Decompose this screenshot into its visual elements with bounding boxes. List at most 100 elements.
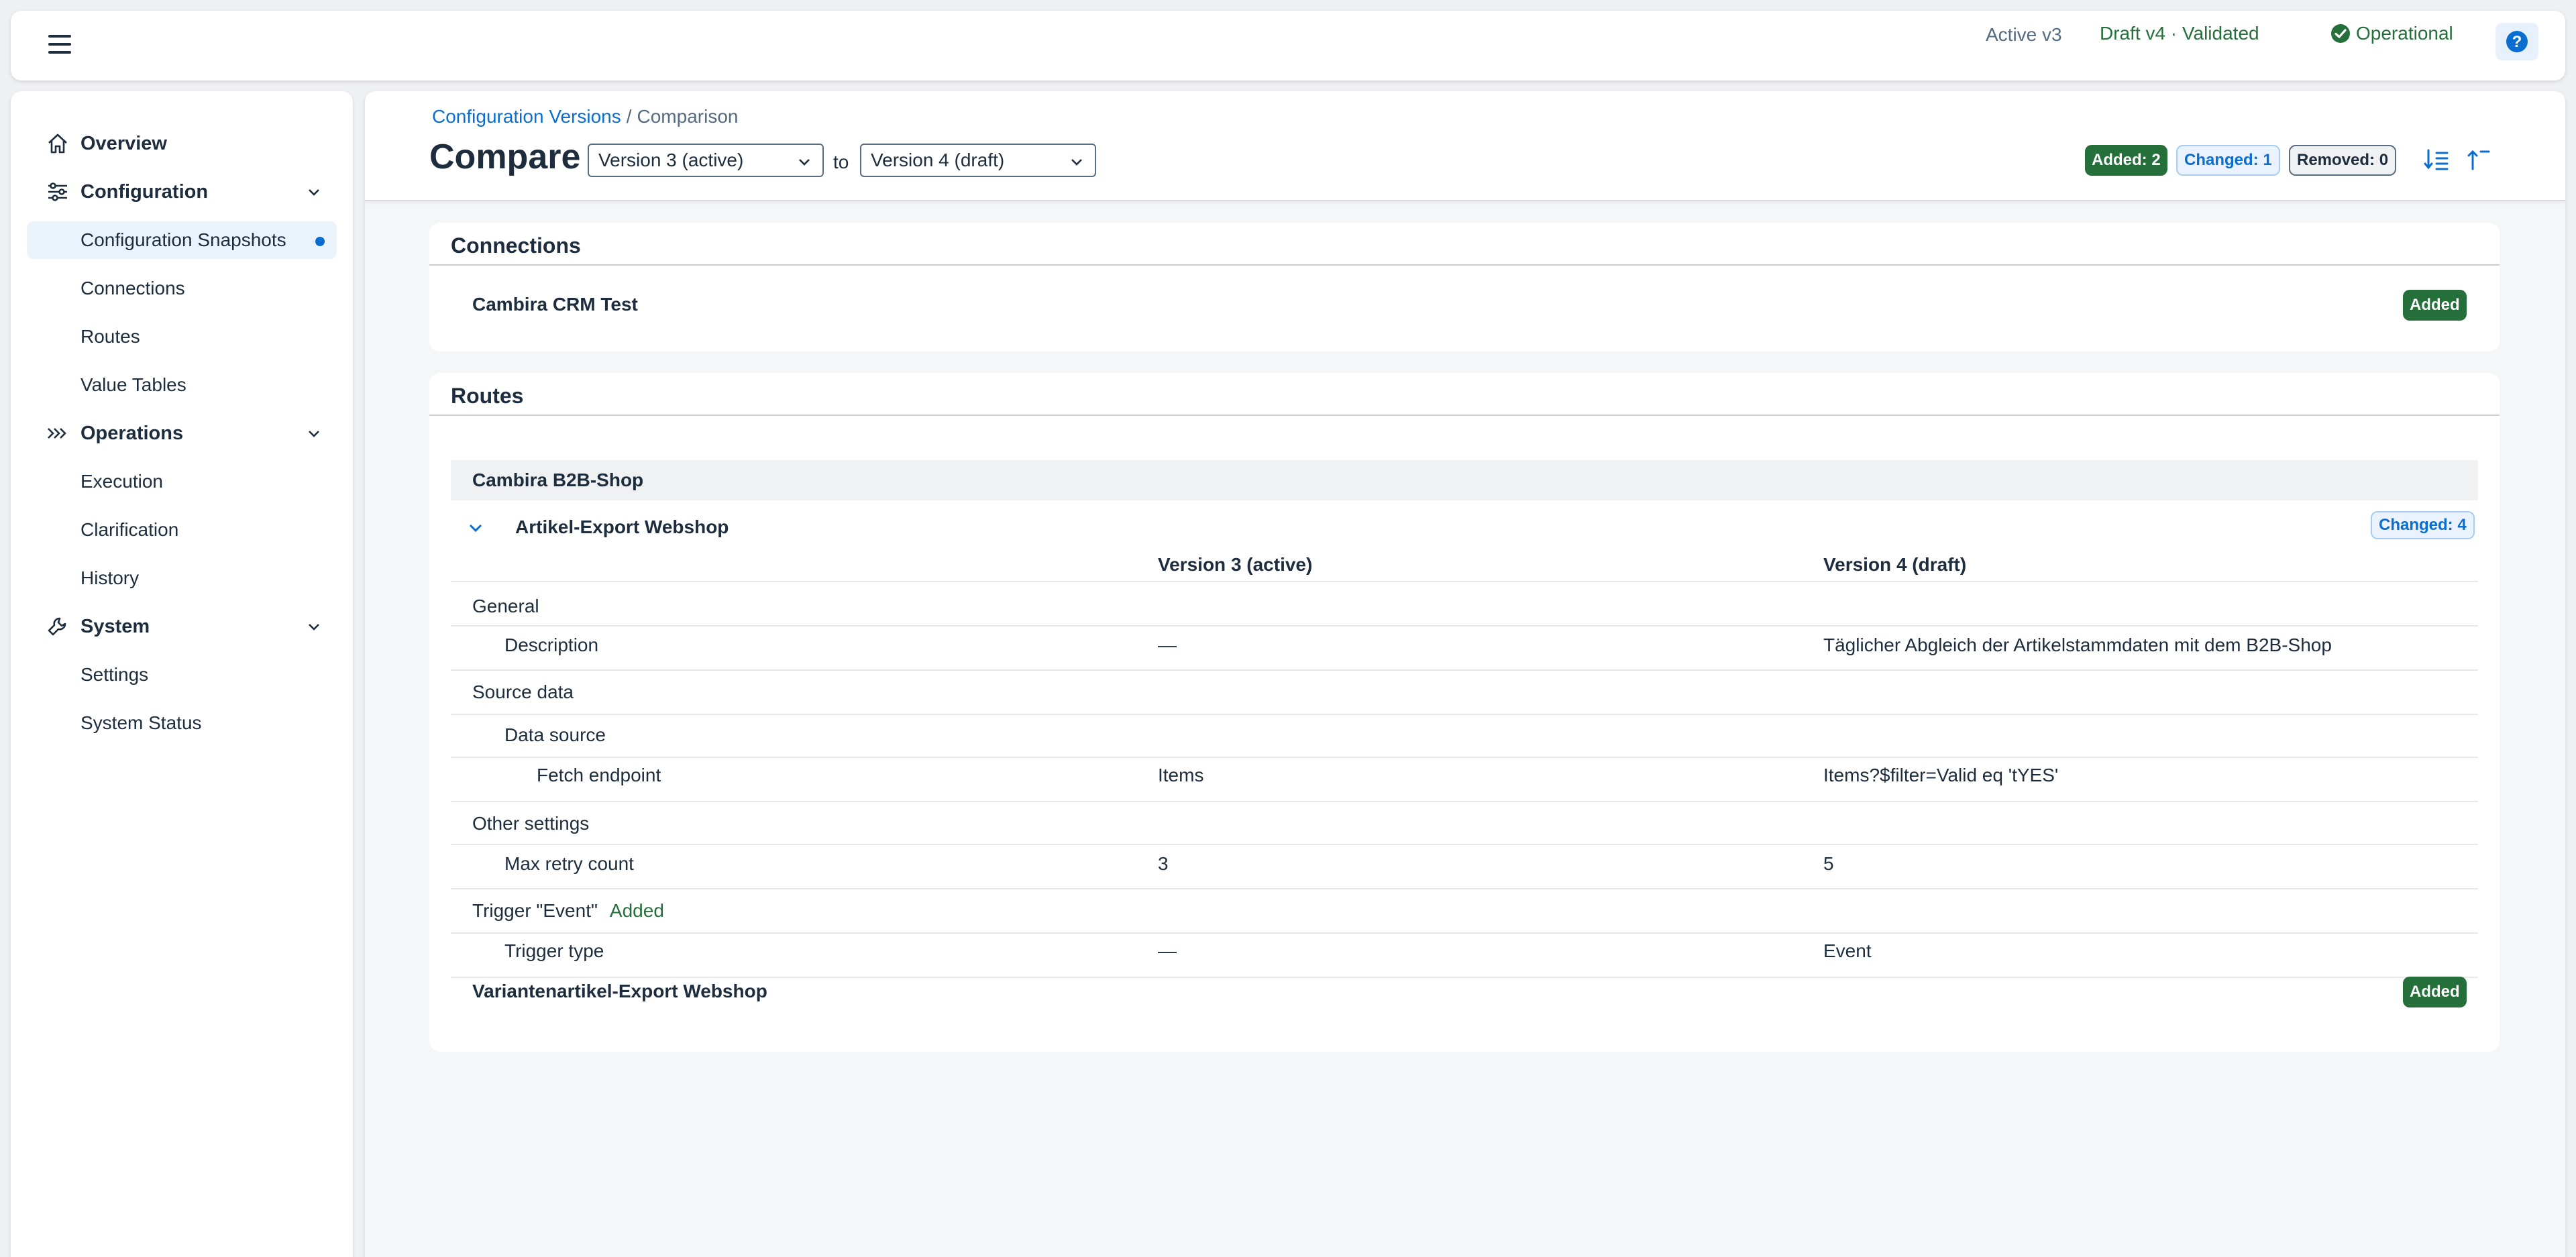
connection-name[interactable]: Cambira CRM Test — [472, 294, 638, 315]
from-value: — — [1158, 635, 1177, 655]
nav-configuration[interactable]: Configuration — [27, 173, 337, 211]
row-label: Max retry count — [504, 853, 634, 874]
check-circle-icon — [2331, 24, 2350, 43]
nav-label: Settings — [80, 664, 149, 685]
row-label: Source data — [472, 681, 574, 702]
table-row: Source data — [451, 672, 2478, 715]
route-row[interactable]: Artikel-Export Webshop Changed: 4 — [451, 507, 2478, 547]
nav-system-status[interactable]: System Status — [27, 704, 337, 742]
route-name[interactable]: Variantenartikel-Export Webshop — [472, 981, 767, 1002]
changed-count-badge[interactable]: Changed: 1 — [2176, 145, 2280, 176]
chevron-down-icon[interactable] — [467, 519, 484, 537]
row-label: Trigger type — [504, 940, 604, 961]
nav-history[interactable]: History — [27, 559, 337, 597]
nav-connections[interactable]: Connections — [27, 270, 337, 307]
section-title: Connections — [451, 233, 581, 258]
nav-system[interactable]: System — [27, 608, 337, 645]
nav-label: Connections — [80, 278, 185, 298]
nav-label: Value Tables — [80, 374, 186, 395]
section-title: Routes — [451, 384, 524, 408]
help-icon: ? — [2506, 31, 2528, 52]
row-label: Description — [504, 635, 599, 655]
nav-overview[interactable]: Overview — [27, 125, 337, 162]
chevron-down-icon[interactable] — [306, 618, 322, 635]
from-value: — — [1158, 940, 1177, 961]
table-row: Trigger type — Event — [451, 935, 2478, 978]
row-label: Trigger "Event" — [472, 900, 598, 921]
breadcrumb-link[interactable]: Configuration Versions — [432, 106, 621, 127]
nav-label: Operations — [80, 422, 184, 444]
row-label: Data source — [504, 724, 606, 745]
chevron-down-icon — [799, 159, 810, 166]
from-value: Items — [1158, 765, 1204, 785]
connections-card: Connections Cambira CRM Test Added — [429, 223, 2500, 351]
collapse-all-icon[interactable] — [2466, 148, 2493, 172]
table-row: Other settings — [451, 804, 2478, 845]
from-value: 3 — [1158, 853, 1169, 874]
route-group-header: Cambira B2B-Shop — [451, 460, 2478, 500]
to-version-select[interactable]: Version 4 (draft) — [860, 144, 1096, 177]
selected-indicator — [315, 237, 325, 246]
menu-icon[interactable] — [48, 35, 80, 56]
system-status: Operational — [2330, 23, 2453, 44]
added-status-badge: Added — [2403, 290, 2467, 321]
to-value: Items?$filter=Valid eq 'tYES' — [1823, 765, 2059, 785]
nav-label: System — [80, 615, 150, 637]
nav-label: History — [80, 567, 140, 588]
table-row: Max retry count 3 5 — [451, 846, 2478, 889]
select-value: Version 4 (draft) — [871, 150, 1005, 170]
table-row: Description — Täglicher Abgleich der Art… — [451, 628, 2478, 671]
chevrons-right-icon — [44, 420, 71, 447]
nav-label: Execution — [80, 471, 163, 492]
to-value: 5 — [1823, 853, 1834, 874]
column-header-from: Version 3 (active) — [1158, 554, 1313, 575]
shell-bar — [11, 11, 2565, 80]
side-navigation: Overview Configuration Configuration Sna… — [11, 91, 353, 1257]
breadcrumb-separator: / — [626, 106, 632, 127]
expand-all-icon[interactable] — [2423, 148, 2450, 172]
active-version-label: Active v3 — [1986, 24, 2062, 45]
page-header: Configuration Versions / Comparison Comp… — [365, 91, 2565, 201]
status-label: Operational — [2356, 23, 2453, 44]
row-label: Fetch endpoint — [537, 765, 661, 785]
added-status-badge: Added — [2403, 977, 2467, 1007]
divider — [429, 415, 2500, 416]
to-value: Event — [1823, 940, 1872, 961]
table-row: Data source — [451, 716, 2478, 758]
sliders-icon — [44, 178, 71, 205]
to-label: to — [833, 152, 849, 172]
draft-version-label: Draft v4 · Validated — [2100, 23, 2259, 44]
help-button[interactable]: ? — [2496, 23, 2538, 60]
added-count-badge[interactable]: Added: 2 — [2085, 145, 2167, 176]
svg-text:?: ? — [2512, 33, 2522, 51]
table-row: Fetch endpoint Items Items?$filter=Valid… — [451, 759, 2478, 802]
table-row: Trigger "Event" Added — [451, 891, 2478, 934]
nav-routes[interactable]: Routes — [27, 318, 337, 356]
nav-label: System Status — [80, 712, 202, 733]
row-label-group: Trigger "Event" Added — [472, 900, 664, 922]
removed-count-badge[interactable]: Removed: 0 — [2289, 145, 2397, 176]
nav-clarification[interactable]: Clarification — [27, 511, 337, 549]
divider — [429, 264, 2500, 266]
chevron-down-icon[interactable] — [306, 184, 322, 200]
chevron-down-icon[interactable] — [306, 425, 322, 441]
nav-operations[interactable]: Operations — [27, 415, 337, 452]
nav-value-tables[interactable]: Value Tables — [27, 366, 337, 404]
table-row: General — [451, 584, 2478, 626]
nav-configuration-snapshots[interactable]: Configuration Snapshots — [27, 221, 337, 259]
nav-settings[interactable]: Settings — [27, 656, 337, 694]
route-name: Artikel-Export Webshop — [515, 516, 729, 537]
routes-card: Routes Cambira B2B-Shop Artikel-Export W… — [429, 373, 2500, 1052]
column-header-to: Version 4 (draft) — [1823, 554, 1967, 575]
home-icon — [44, 130, 71, 157]
nav-execution[interactable]: Execution — [27, 463, 337, 500]
select-value: Version 3 (active) — [598, 150, 744, 170]
nav-label: Overview — [80, 132, 167, 154]
main-content: Configuration Versions / Comparison Comp… — [365, 91, 2565, 1257]
from-version-select[interactable]: Version 3 (active) — [588, 144, 824, 177]
chevron-down-icon — [1071, 159, 1082, 166]
changed-status-badge: Changed: 4 — [2371, 511, 2475, 539]
to-value: Täglicher Abgleich der Artikelstammdaten… — [1823, 635, 2332, 655]
breadcrumb-current: Comparison — [637, 106, 739, 127]
wrench-icon — [44, 613, 71, 640]
